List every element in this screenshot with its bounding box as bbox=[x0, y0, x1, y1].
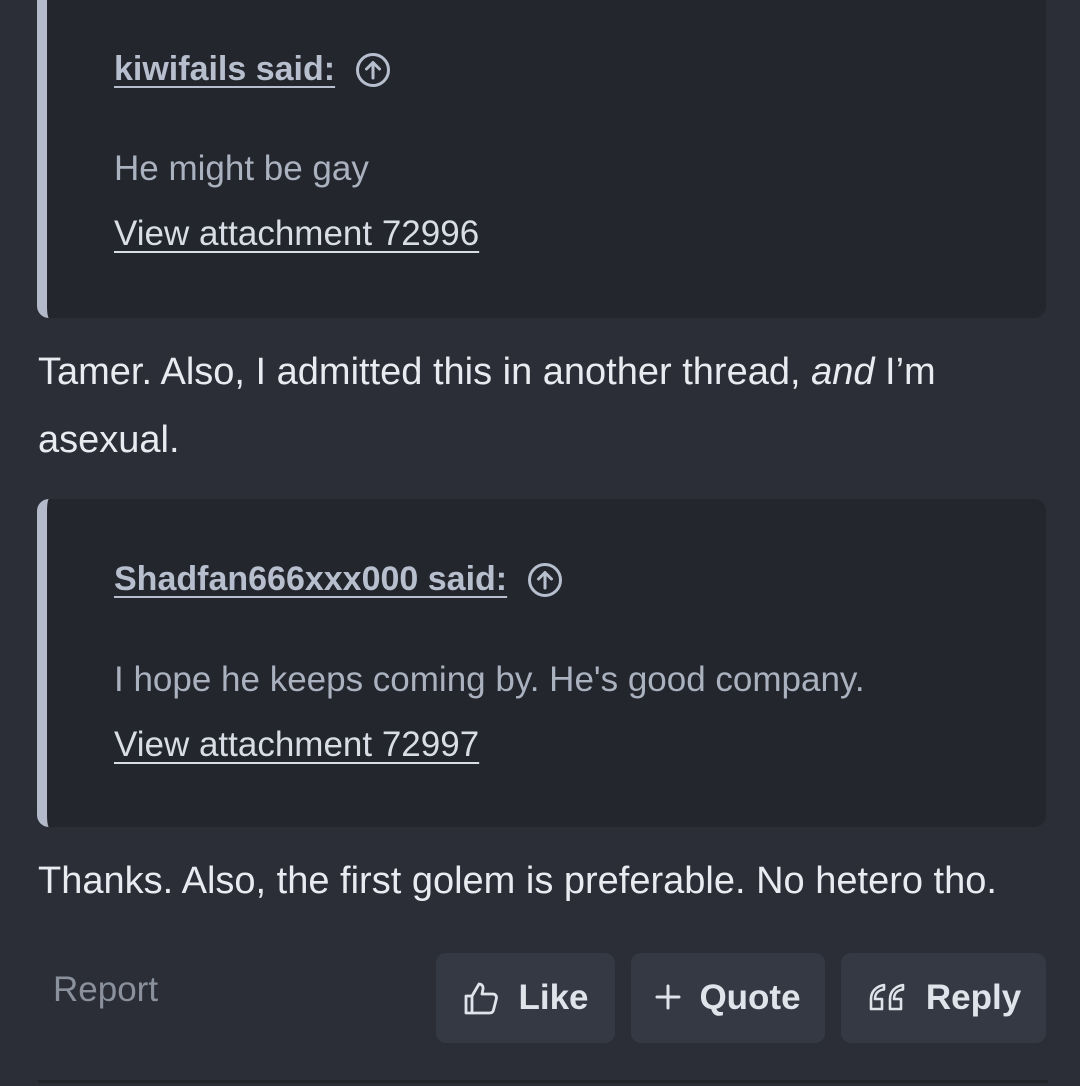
post-text-part: Tamer. Also, I admitted this in another … bbox=[38, 351, 812, 393]
plus-icon bbox=[655, 984, 681, 1010]
arrow-up-circle-icon[interactable] bbox=[527, 562, 563, 598]
divider bbox=[38, 1080, 1048, 1083]
quote-text: I hope he keeps coming by. He's good com… bbox=[114, 660, 865, 699]
quote-marks-icon bbox=[866, 981, 908, 1015]
quote-author-link[interactable]: kiwifails said: bbox=[114, 50, 335, 89]
reply-button[interactable]: Reply bbox=[841, 953, 1046, 1043]
report-link[interactable]: Report bbox=[53, 970, 158, 1010]
quote-author-link[interactable]: Shadfan666xxx000 said: bbox=[114, 560, 507, 599]
quote-block: Shadfan666xxx000 said: I hope he keeps c… bbox=[37, 499, 1046, 827]
quote-attribution: Shadfan666xxx000 said: bbox=[114, 560, 563, 599]
quote-attribution: kiwifails said: bbox=[114, 50, 391, 89]
attachment-link[interactable]: View attachment 72996 bbox=[114, 214, 479, 254]
quote-button[interactable]: Quote bbox=[631, 953, 825, 1043]
reply-button-label: Reply bbox=[925, 978, 1022, 1017]
attachment-link[interactable]: View attachment 72997 bbox=[114, 725, 479, 765]
quote-text: He might be gay bbox=[114, 149, 369, 188]
quote-block: kiwifails said: He might be gay View att… bbox=[37, 0, 1046, 318]
like-button-label: Like bbox=[518, 978, 589, 1017]
arrow-up-circle-icon[interactable] bbox=[355, 52, 391, 88]
thumbs-up-icon bbox=[462, 979, 500, 1017]
post-text: Tamer. Also, I admitted this in another … bbox=[38, 338, 1048, 474]
quote-button-label: Quote bbox=[699, 978, 801, 1017]
post-content: kiwifails said: He might be gay View att… bbox=[0, 0, 1080, 1086]
like-button[interactable]: Like bbox=[436, 953, 615, 1043]
post-text: Thanks. Also, the first golem is prefera… bbox=[38, 860, 997, 902]
post-text-emphasis: and bbox=[811, 351, 875, 393]
